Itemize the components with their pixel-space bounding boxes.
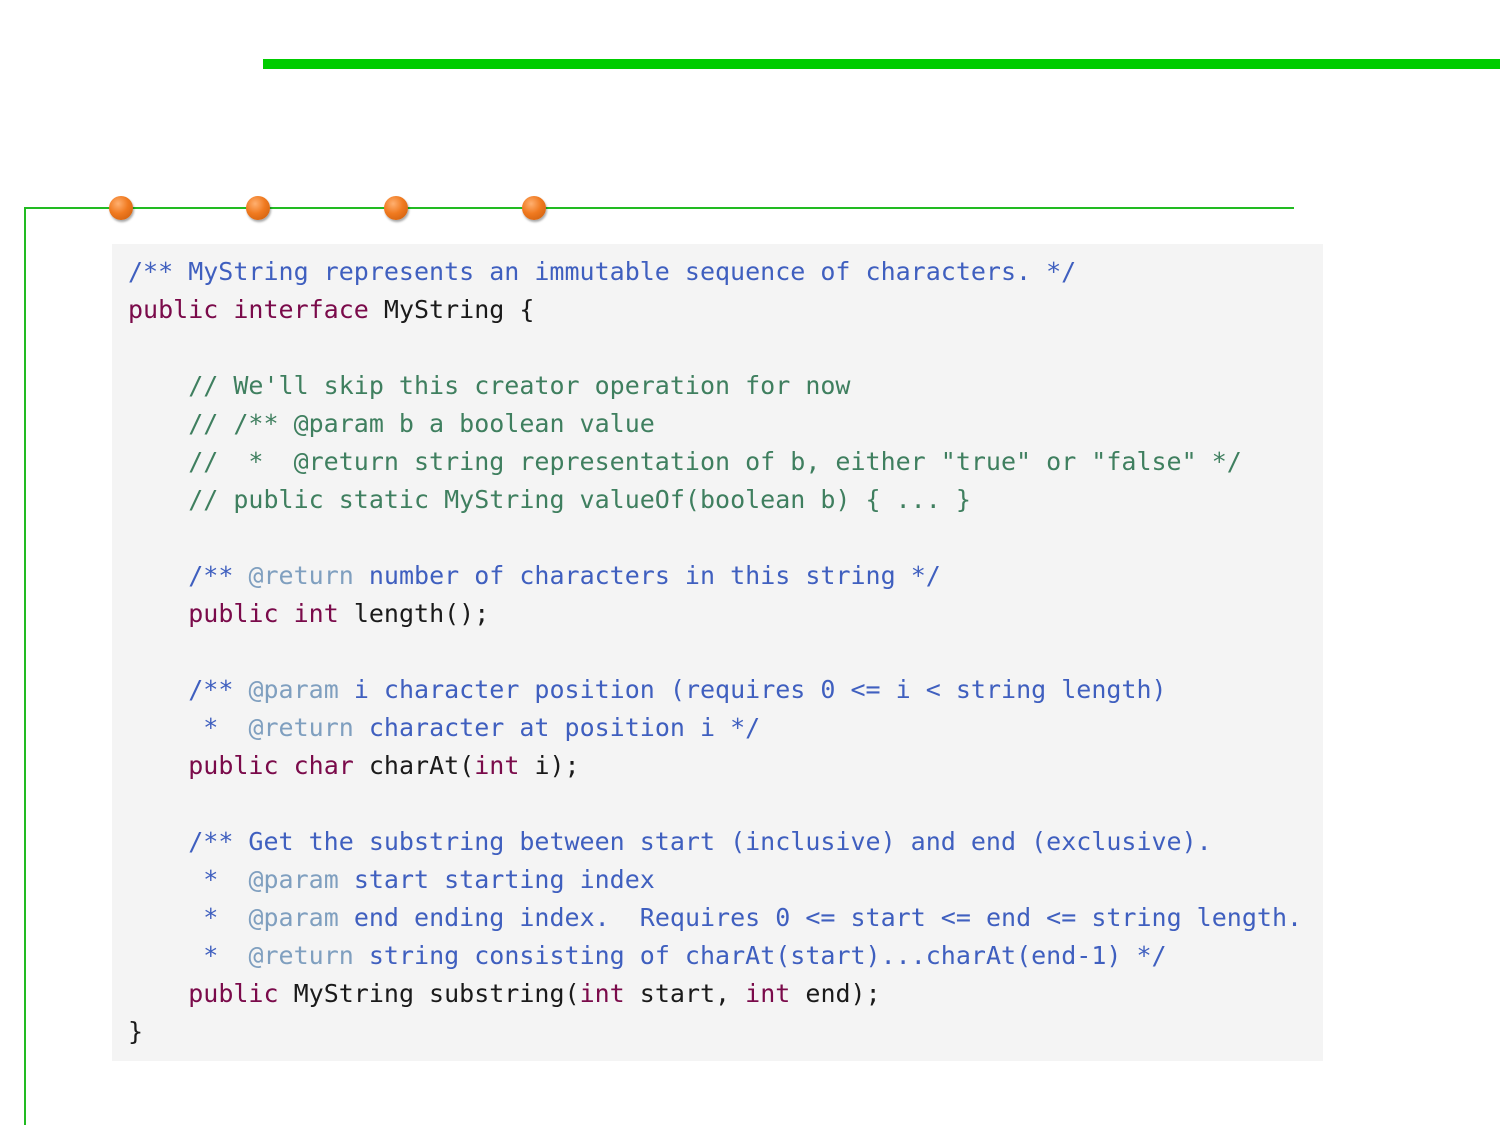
keyword: int <box>579 979 625 1008</box>
orange-bullet-dot <box>246 196 270 220</box>
code-line: public MyString substring(int start, int… <box>128 975 1302 1013</box>
code-block: /** MyString represents an immutable seq… <box>128 253 1302 1051</box>
keyword: public <box>188 751 279 780</box>
javadoc-comment: start starting index <box>353 865 655 894</box>
top-accent-bar <box>263 59 1500 69</box>
javadoc-comment: /** MyString represents an immutable seq… <box>128 257 1077 286</box>
code-line: // /** @param b a boolean value <box>128 405 1302 443</box>
javadoc-tag: @return <box>248 713 354 742</box>
javadoc-comment: * <box>188 941 219 970</box>
orange-bullet-dot <box>384 196 408 220</box>
javadoc-tag: @param <box>248 903 339 932</box>
keyword: char <box>293 751 354 780</box>
line-comment: // /** @param b a boolean value <box>188 409 655 438</box>
closing-brace: } <box>128 1017 144 1046</box>
javadoc-comment: end ending index. Requires 0 <= start <=… <box>353 903 1303 932</box>
javadoc-comment: number of characters in this string */ <box>368 561 941 590</box>
code-text: MyString substring( <box>293 979 580 1008</box>
javadoc-comment: string consisting of charAt(start)...cha… <box>368 941 1167 970</box>
code-line: * @param start starting index <box>128 861 1302 899</box>
code-line: public int length(); <box>128 595 1302 633</box>
code-line: public char charAt(int i); <box>128 747 1302 785</box>
keyword: public <box>128 295 219 324</box>
line-comment: // public static MyString valueOf(boolea… <box>188 485 971 514</box>
line-comment: // We'll skip this creator operation for… <box>188 371 851 400</box>
javadoc-comment: * <box>188 903 219 932</box>
code-line: * @return string consisting of charAt(st… <box>128 937 1302 975</box>
javadoc-tag: @return <box>248 561 354 590</box>
code-line: } <box>128 1013 1302 1051</box>
code-line: * @return character at position i */ <box>128 709 1302 747</box>
keyword: public <box>188 979 279 1008</box>
javadoc-tag: @return <box>248 941 354 970</box>
javadoc-comment: /** Get the substring between start (inc… <box>188 827 1212 856</box>
code-text: MyString { <box>383 295 535 324</box>
keyword: int <box>293 599 339 628</box>
keyword: int <box>474 751 520 780</box>
code-text: start, <box>639 979 731 1008</box>
code-line: // public static MyString valueOf(boolea… <box>128 481 1302 519</box>
code-line: public interface MyString { <box>128 291 1302 329</box>
frame-vertical-rule <box>24 207 26 1125</box>
keyword: interface <box>233 295 369 324</box>
code-text: end); <box>805 979 881 1008</box>
keyword: public <box>188 599 279 628</box>
javadoc-comment: character at position i */ <box>368 713 761 742</box>
javadoc-comment: /** <box>188 675 234 704</box>
code-text: i); <box>534 751 580 780</box>
orange-bullet-dot <box>522 196 546 220</box>
javadoc-comment: i character position (requires 0 <= i < … <box>353 675 1167 704</box>
code-line: /** Get the substring between start (inc… <box>128 823 1302 861</box>
code-text: length(); <box>353 599 490 628</box>
javadoc-tag: @param <box>248 865 339 894</box>
keyword: int <box>745 979 791 1008</box>
javadoc-comment: * <box>188 865 219 894</box>
code-line: * @param end ending index. Requires 0 <=… <box>128 899 1302 937</box>
frame-horizontal-rule <box>24 207 1294 209</box>
code-line: // We'll skip this creator operation for… <box>128 367 1302 405</box>
javadoc-comment: /** <box>188 561 234 590</box>
code-line: // * @return string representation of b,… <box>128 443 1302 481</box>
orange-bullet-dot <box>109 196 133 220</box>
code-text: charAt( <box>368 751 475 780</box>
line-comment: // * @return string representation of b,… <box>188 447 1242 476</box>
code-line: /** MyString represents an immutable seq… <box>128 253 1302 291</box>
code-line: /** @param i character position (require… <box>128 671 1302 709</box>
javadoc-comment: * <box>188 713 219 742</box>
code-line: /** @return number of characters in this… <box>128 557 1302 595</box>
javadoc-tag: @param <box>248 675 339 704</box>
